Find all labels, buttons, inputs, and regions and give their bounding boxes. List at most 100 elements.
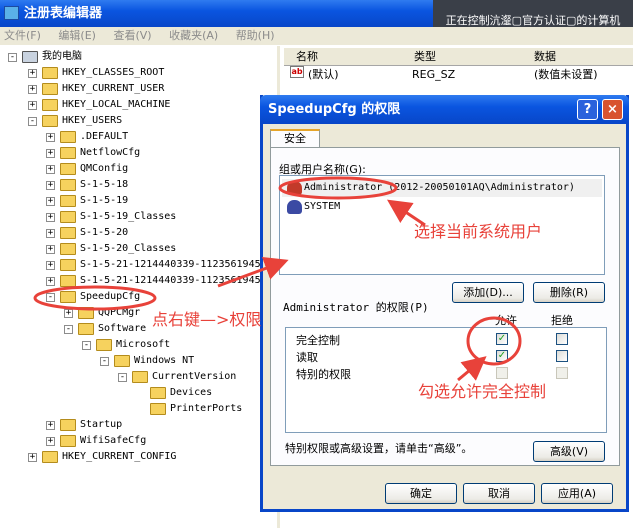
- user-icon: [287, 181, 302, 195]
- window-title: 注册表编辑器: [24, 6, 103, 21]
- column-type[interactable]: 类型: [414, 48, 436, 66]
- tree-node[interactable]: - HKEY_USERS: [0, 113, 277, 129]
- expand-icon[interactable]: +: [28, 101, 37, 110]
- folder-icon: [42, 83, 58, 95]
- tree-node[interactable]: + S-1-5-19_Classes: [0, 209, 277, 225]
- folder-icon: [78, 323, 94, 335]
- folder-icon: [60, 211, 76, 223]
- tree-node[interactable]: + .DEFAULT: [0, 129, 277, 145]
- tree-node[interactable]: + Startup: [0, 417, 277, 433]
- expand-icon[interactable]: +: [28, 85, 37, 94]
- collapse-icon[interactable]: -: [8, 53, 17, 62]
- tree-node[interactable]: + HKEY_CLASSES_ROOT: [0, 65, 277, 81]
- advanced-button[interactable]: 高级(V): [533, 441, 605, 462]
- registry-tree[interactable]: - 我的电脑 + HKEY_CLASSES_ROOT + HKEY_CURRENT_USE…: [0, 46, 280, 528]
- tree-node-label: HKEY_USERS: [62, 115, 123, 126]
- expand-icon[interactable]: +: [46, 165, 55, 174]
- remove-button[interactable]: 删除(R): [533, 282, 605, 303]
- folder-icon: [42, 67, 58, 79]
- allow-checkbox[interactable]: ✓: [496, 350, 508, 362]
- menu-bar: 文件(F) 编辑(E) 查看(V) 收藏夹(A) 帮助(H): [0, 27, 633, 45]
- tree-node[interactable]: - Microsoft: [0, 337, 277, 353]
- expand-icon[interactable]: +: [46, 213, 55, 222]
- menu-view[interactable]: 查看(V): [113, 29, 151, 42]
- expand-icon[interactable]: +: [28, 453, 37, 462]
- folder-icon: [60, 275, 76, 287]
- tree-node[interactable]: + NetflowCfg: [0, 145, 277, 161]
- folder-icon: [150, 403, 166, 415]
- tree-node[interactable]: PrinterPorts: [0, 401, 277, 417]
- tree-node-label: QMConfig: [80, 163, 129, 174]
- tree-node[interactable]: + QMConfig: [0, 161, 277, 177]
- expand-icon[interactable]: +: [46, 277, 55, 286]
- tree-node[interactable]: - 我的电脑: [0, 49, 277, 65]
- allow-checkbox[interactable]: ✓: [496, 333, 508, 345]
- tree-node-label: HKEY_CLASSES_ROOT: [62, 67, 165, 78]
- menu-favorites[interactable]: 收藏夹(A): [169, 29, 218, 42]
- tree-node[interactable]: + S-1-5-20: [0, 225, 277, 241]
- close-button[interactable]: ×: [602, 99, 623, 120]
- menu-file[interactable]: 文件(F): [4, 29, 41, 42]
- tree-node[interactable]: + S-1-5-21-1214440339-1123561945: [0, 273, 277, 289]
- tree-node[interactable]: + WifiSafeCfg: [0, 433, 277, 449]
- user-item-system[interactable]: SYSTEM: [282, 198, 340, 216]
- permission-label: 特别的权限: [296, 368, 351, 381]
- user-label: Administrator (2012-20050101AQ\Administr…: [304, 182, 575, 193]
- permission-label: 读取: [296, 351, 318, 364]
- collapse-icon[interactable]: -: [28, 117, 37, 126]
- value-row[interactable]: ab (默认) REG_SZ (数值未设置): [284, 66, 633, 84]
- column-data[interactable]: 数据: [534, 48, 556, 66]
- tree-node[interactable]: + HKEY_CURRENT_USER: [0, 81, 277, 97]
- expand-icon[interactable]: +: [46, 133, 55, 142]
- expand-icon[interactable]: +: [46, 261, 55, 270]
- tree-node[interactable]: + HKEY_LOCAL_MACHINE: [0, 97, 277, 113]
- collapse-icon[interactable]: -: [82, 341, 91, 350]
- tree-node[interactable]: - Windows NT: [0, 353, 277, 369]
- deny-checkbox[interactable]: [556, 350, 568, 362]
- expand-icon[interactable]: +: [46, 181, 55, 190]
- tree-node[interactable]: + S-1-5-21-1214440339-1123561945: [0, 257, 277, 273]
- tree-node-label: S-1-5-20_Classes: [80, 243, 177, 254]
- tree-node-label: 我的电脑: [42, 51, 82, 62]
- allow-header: 允许: [495, 314, 517, 327]
- collapse-icon[interactable]: -: [64, 325, 73, 334]
- tree-node[interactable]: + S-1-5-19: [0, 193, 277, 209]
- cancel-button[interactable]: 取消: [463, 483, 535, 504]
- add-button[interactable]: 添加(D)...: [452, 282, 524, 303]
- expand-icon[interactable]: +: [46, 149, 55, 158]
- ok-button[interactable]: 确定: [385, 483, 457, 504]
- tree-node-label: S-1-5-20: [80, 227, 129, 238]
- collapse-icon[interactable]: -: [118, 373, 127, 382]
- permissions-dialog: SpeedupCfg 的权限 ? × 安全 组或用户名称(G): Adminis…: [260, 95, 629, 512]
- expand-icon[interactable]: +: [46, 229, 55, 238]
- expand-icon[interactable]: +: [64, 309, 73, 318]
- tree-node[interactable]: + S-1-5-18: [0, 177, 277, 193]
- menu-help[interactable]: 帮助(H): [236, 29, 275, 42]
- expand-icon[interactable]: +: [28, 69, 37, 78]
- menu-edit[interactable]: 编辑(E): [58, 29, 96, 42]
- deny-checkbox[interactable]: [556, 333, 568, 345]
- tree-node-label: NetflowCfg: [80, 147, 141, 158]
- tab-security[interactable]: 安全: [270, 129, 320, 148]
- expand-icon[interactable]: +: [46, 421, 55, 430]
- expand-icon[interactable]: +: [46, 437, 55, 446]
- user-item-administrator[interactable]: Administrator (2012-20050101AQ\Administr…: [282, 179, 602, 197]
- collapse-icon[interactable]: -: [46, 293, 55, 302]
- permissions-label: Administrator 的权限(P): [283, 301, 429, 314]
- collapse-icon[interactable]: -: [100, 357, 109, 366]
- tree-node[interactable]: + S-1-5-20_Classes: [0, 241, 277, 257]
- tree-node[interactable]: - SpeedupCfg: [0, 289, 277, 305]
- expand-icon[interactable]: +: [46, 245, 55, 254]
- tree-node-label: Windows NT: [134, 355, 195, 366]
- user-label: SYSTEM: [304, 201, 341, 212]
- tree-node[interactable]: Devices: [0, 385, 277, 401]
- tree-node[interactable]: + HKEY_CURRENT_CONFIG: [0, 449, 277, 465]
- apply-button[interactable]: 应用(A): [541, 483, 613, 504]
- expand-icon[interactable]: +: [46, 197, 55, 206]
- folder-icon: [60, 291, 76, 303]
- tree-node[interactable]: - CurrentVersion: [0, 369, 277, 385]
- column-name[interactable]: 名称: [296, 48, 318, 66]
- help-button[interactable]: ?: [577, 99, 598, 120]
- folder-icon: [42, 451, 58, 463]
- folder-icon: [60, 243, 76, 255]
